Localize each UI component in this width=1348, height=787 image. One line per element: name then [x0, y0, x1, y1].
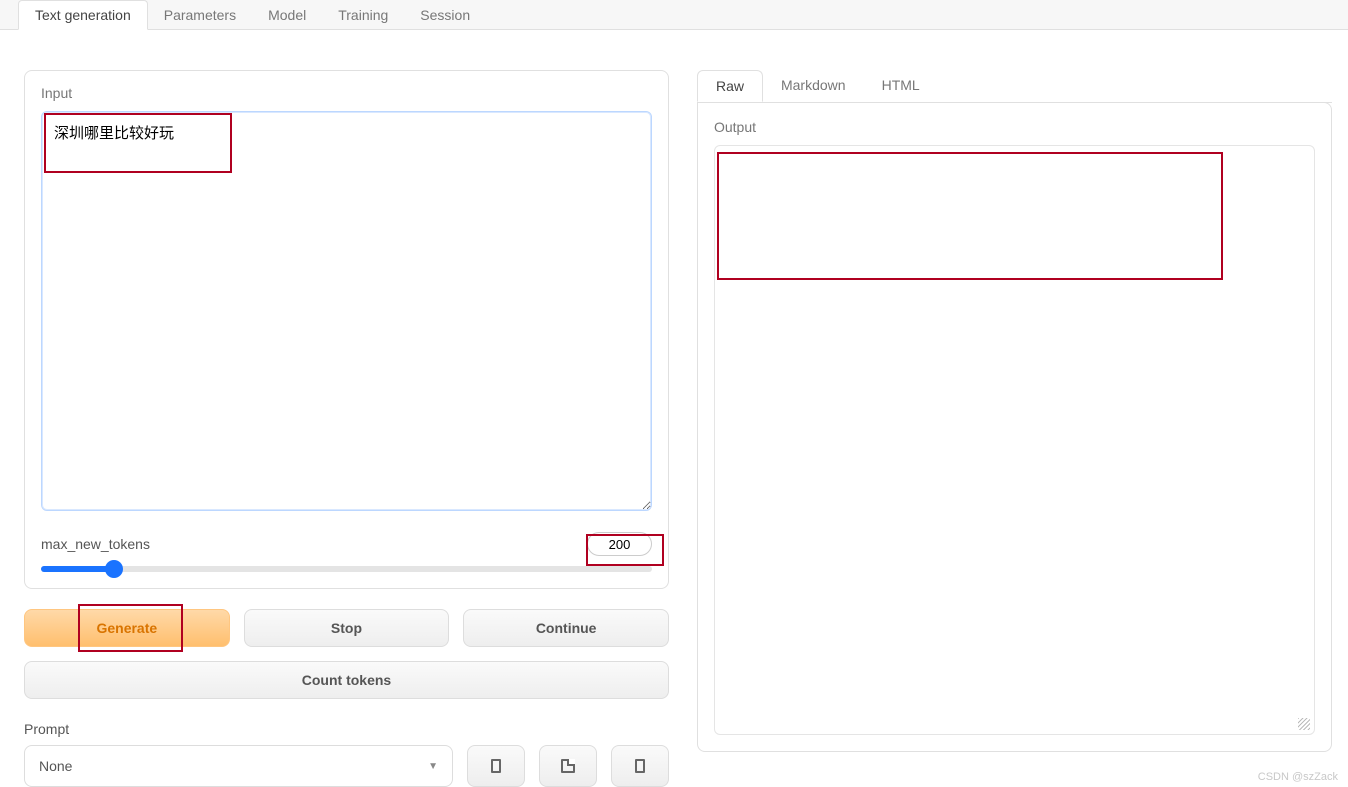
output-panel: Output — [697, 102, 1332, 752]
input-label: Input — [41, 85, 652, 101]
document-icon — [491, 759, 501, 773]
tab-model[interactable]: Model — [252, 1, 322, 29]
output-label: Output — [714, 119, 1315, 135]
subtab-markdown[interactable]: Markdown — [763, 70, 864, 102]
max-new-tokens-label: max_new_tokens — [41, 536, 150, 552]
tab-session[interactable]: Session — [404, 1, 486, 29]
prompt-save-button[interactable] — [539, 745, 597, 787]
save-icon — [561, 759, 575, 773]
continue-button[interactable]: Continue — [463, 609, 669, 647]
count-tokens-button[interactable]: Count tokens — [24, 661, 669, 699]
subtab-raw[interactable]: Raw — [697, 70, 763, 102]
generate-button[interactable]: Generate — [24, 609, 230, 647]
input-panel: Input max_new_tokens — [24, 70, 669, 589]
output-box — [714, 145, 1315, 735]
max-new-tokens-value[interactable] — [587, 532, 652, 556]
prompt-label: Prompt — [24, 721, 669, 737]
slider-thumb[interactable] — [105, 560, 123, 578]
resize-grip-icon[interactable] — [1298, 718, 1310, 730]
document-icon — [635, 759, 645, 773]
tab-text-generation[interactable]: Text generation — [18, 0, 148, 30]
max-new-tokens-row: max_new_tokens — [41, 532, 652, 572]
output-subtabs: Raw Markdown HTML — [697, 70, 1332, 103]
max-new-tokens-slider[interactable] — [41, 566, 652, 572]
slider-fill — [41, 566, 114, 572]
prompt-dropdown[interactable]: None ▼ — [24, 745, 453, 787]
prompt-action-1-button[interactable] — [467, 745, 525, 787]
input-textarea[interactable] — [41, 111, 652, 511]
tab-parameters[interactable]: Parameters — [148, 1, 252, 29]
prompt-action-3-button[interactable] — [611, 745, 669, 787]
subtab-html[interactable]: HTML — [864, 70, 938, 102]
tab-training[interactable]: Training — [322, 1, 404, 29]
prompt-selected: None — [39, 758, 72, 774]
chevron-down-icon: ▼ — [428, 761, 438, 772]
watermark: CSDN @szZack — [1258, 771, 1338, 783]
stop-button[interactable]: Stop — [244, 609, 450, 647]
top-tabs: Text generation Parameters Model Trainin… — [0, 0, 1348, 30]
